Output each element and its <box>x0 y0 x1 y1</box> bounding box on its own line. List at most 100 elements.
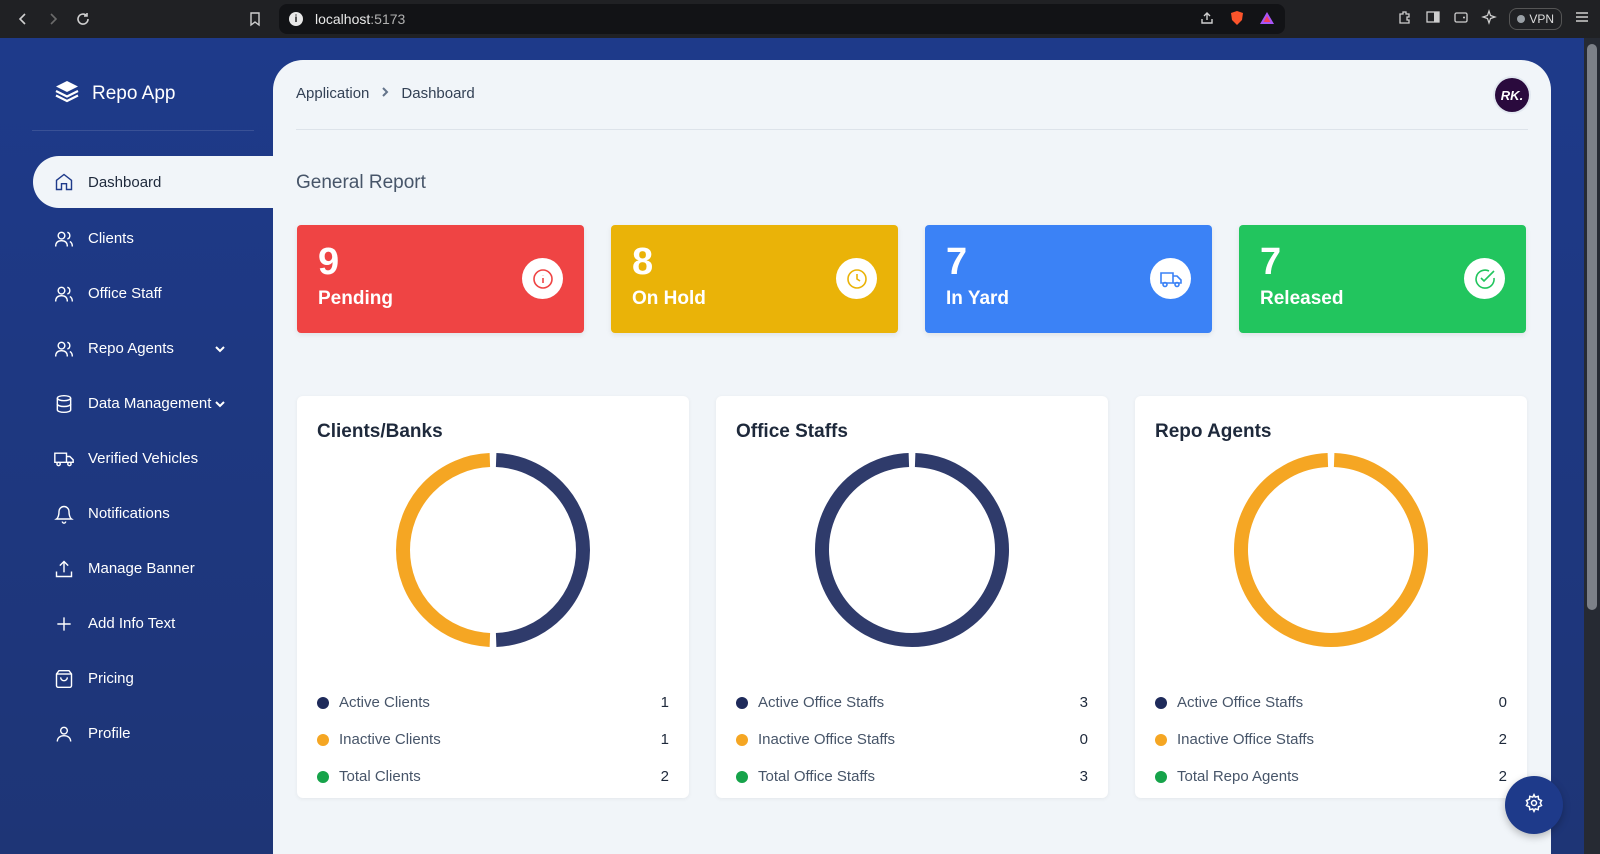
brand-name: Repo App <box>92 82 176 104</box>
legend-label: Active Office Staffs <box>1177 694 1304 711</box>
vpn-status-icon <box>1517 15 1526 23</box>
sidebar-item-add-info-text[interactable]: Add Info Text <box>0 596 275 651</box>
brand-divider <box>32 130 254 131</box>
legend-value: 1 <box>660 731 669 748</box>
legend-value: 1 <box>660 694 669 711</box>
sidebar-item-notifications[interactable]: Notifications <box>0 486 275 541</box>
wallet-icon[interactable] <box>1453 9 1469 30</box>
legend-value: 0 <box>1079 731 1088 748</box>
leo-ai-icon[interactable] <box>1481 8 1498 30</box>
home-icon <box>54 172 74 192</box>
donut-segment-active[interactable] <box>495 453 590 647</box>
legend-value: 2 <box>660 768 669 785</box>
users-icon <box>54 229 74 249</box>
sidebar-nav: Dashboard Clients Office Staff Repo Agen… <box>0 156 275 761</box>
legend-value: 2 <box>1498 731 1507 748</box>
scrollbar-thumb[interactable] <box>1587 44 1597 610</box>
sidebar-item-profile[interactable]: Profile <box>0 706 275 761</box>
sidebar-item-dashboard[interactable]: Dashboard <box>33 156 275 208</box>
stat-cards: 9 Pending 8 On Hold 7 In Yard 7 Released <box>297 225 1527 333</box>
stat-value: 7 <box>946 241 968 283</box>
avatar[interactable]: RK. <box>1495 78 1529 112</box>
page-scrollbar[interactable] <box>1584 38 1600 854</box>
legend-dot-total <box>1155 770 1167 783</box>
chevron-down-icon[interactable] <box>213 342 227 356</box>
users-icon <box>54 284 74 304</box>
sidebar-item-label: Notifications <box>88 505 170 522</box>
sidebar: Repo App Dashboard Clients Office Staff … <box>0 38 275 854</box>
sidebar-item-label: Add Info Text <box>88 615 176 632</box>
forward-icon[interactable] <box>38 4 68 34</box>
clock-icon <box>836 258 877 299</box>
legend-row-active: Active Office Staffs 0 <box>1155 684 1507 721</box>
brave-rewards-icon[interactable] <box>1259 10 1275 31</box>
sidebar-item-manage-banner[interactable]: Manage Banner <box>0 541 275 596</box>
layers-logo-icon <box>54 78 80 109</box>
brand[interactable]: Repo App <box>54 78 175 109</box>
legend-dot-total <box>736 770 748 783</box>
donut-segment-active[interactable] <box>815 453 1009 647</box>
legend-label: Inactive Office Staffs <box>758 731 896 748</box>
donut-chart[interactable] <box>812 450 1012 650</box>
stat-label: Released <box>1260 288 1344 309</box>
donut-chart[interactable] <box>1231 450 1431 650</box>
stat-value: 9 <box>318 241 340 283</box>
donut-segment-inactive[interactable] <box>396 453 491 647</box>
chart-title: Clients/Banks <box>317 421 443 442</box>
back-icon[interactable] <box>8 4 38 34</box>
legend-label: Total Office Staffs <box>758 768 876 785</box>
breadcrumb-item[interactable]: Application <box>296 85 369 102</box>
stat-value: 7 <box>1260 241 1282 283</box>
sidebar-item-verified-vehicles[interactable]: Verified Vehicles <box>0 431 275 486</box>
truck-icon <box>54 449 74 469</box>
database-icon <box>54 394 74 414</box>
stat-card-pending[interactable]: 9 Pending <box>297 225 584 333</box>
legend-row-inactive: Inactive Office Staffs 0 <box>736 721 1088 758</box>
site-info-icon[interactable]: i <box>289 12 303 26</box>
bell-icon <box>54 504 74 524</box>
address-bar[interactable]: i localhost:5173 <box>279 4 1285 34</box>
stat-card-in-yard[interactable]: 7 In Yard <box>925 225 1212 333</box>
share-icon[interactable] <box>1199 10 1215 31</box>
extensions-icon[interactable] <box>1397 9 1413 30</box>
sidebar-toggle-icon[interactable] <box>1425 9 1441 30</box>
legend-label: Active Clients <box>339 694 430 711</box>
brave-shield-icon[interactable] <box>1229 10 1245 31</box>
stat-label: In Yard <box>946 288 1010 309</box>
header-divider <box>296 129 1528 130</box>
legend-row-inactive: Inactive Clients 1 <box>317 721 669 758</box>
upload-icon <box>54 559 74 579</box>
legend-label: Active Office Staffs <box>758 694 885 711</box>
sidebar-item-office-staff[interactable]: Office Staff <box>0 266 275 321</box>
legend-dot-inactive <box>1155 733 1167 746</box>
sidebar-item-label: Pricing <box>88 670 134 687</box>
stat-card-released[interactable]: 7 Released <box>1239 225 1526 333</box>
donut-chart[interactable] <box>393 450 593 650</box>
sidebar-item-label: Verified Vehicles <box>88 450 199 467</box>
main-content: Application Dashboard RK. General Report… <box>273 60 1551 854</box>
reload-icon[interactable] <box>68 4 98 34</box>
donut-segment-inactive[interactable] <box>1234 453 1428 647</box>
vpn-button[interactable]: VPN <box>1509 8 1562 30</box>
stat-card-on-hold[interactable]: 8 On Hold <box>611 225 898 333</box>
check-circle-icon <box>1464 258 1505 299</box>
legend-row-total: Total Clients 2 <box>317 758 669 795</box>
breadcrumb: Application Dashboard <box>296 85 475 102</box>
chevron-down-icon[interactable] <box>213 397 227 411</box>
stat-label: On Hold <box>632 288 706 309</box>
legend-value: 3 <box>1079 694 1088 711</box>
url-text: localhost:5173 <box>315 11 406 27</box>
sidebar-item-repo-agents[interactable]: Repo Agents <box>0 321 275 376</box>
sidebar-item-clients[interactable]: Clients <box>0 211 275 266</box>
shopping-bag-icon <box>54 669 74 689</box>
legend-row-active: Active Office Staffs 3 <box>736 684 1088 721</box>
settings-button[interactable] <box>1505 776 1563 834</box>
menu-icon[interactable] <box>1574 9 1590 30</box>
sidebar-item-data-management[interactable]: Data Management <box>0 376 275 431</box>
legend-value: 0 <box>1498 694 1507 711</box>
chart-title: Office Staffs <box>736 421 848 442</box>
sidebar-item-pricing[interactable]: Pricing <box>0 651 275 706</box>
chart-card-office-staffs: Office Staffs Active Office Staffs 3 Ina… <box>716 396 1108 798</box>
page-title: General Report <box>296 172 426 193</box>
bookmark-icon[interactable] <box>240 4 270 34</box>
